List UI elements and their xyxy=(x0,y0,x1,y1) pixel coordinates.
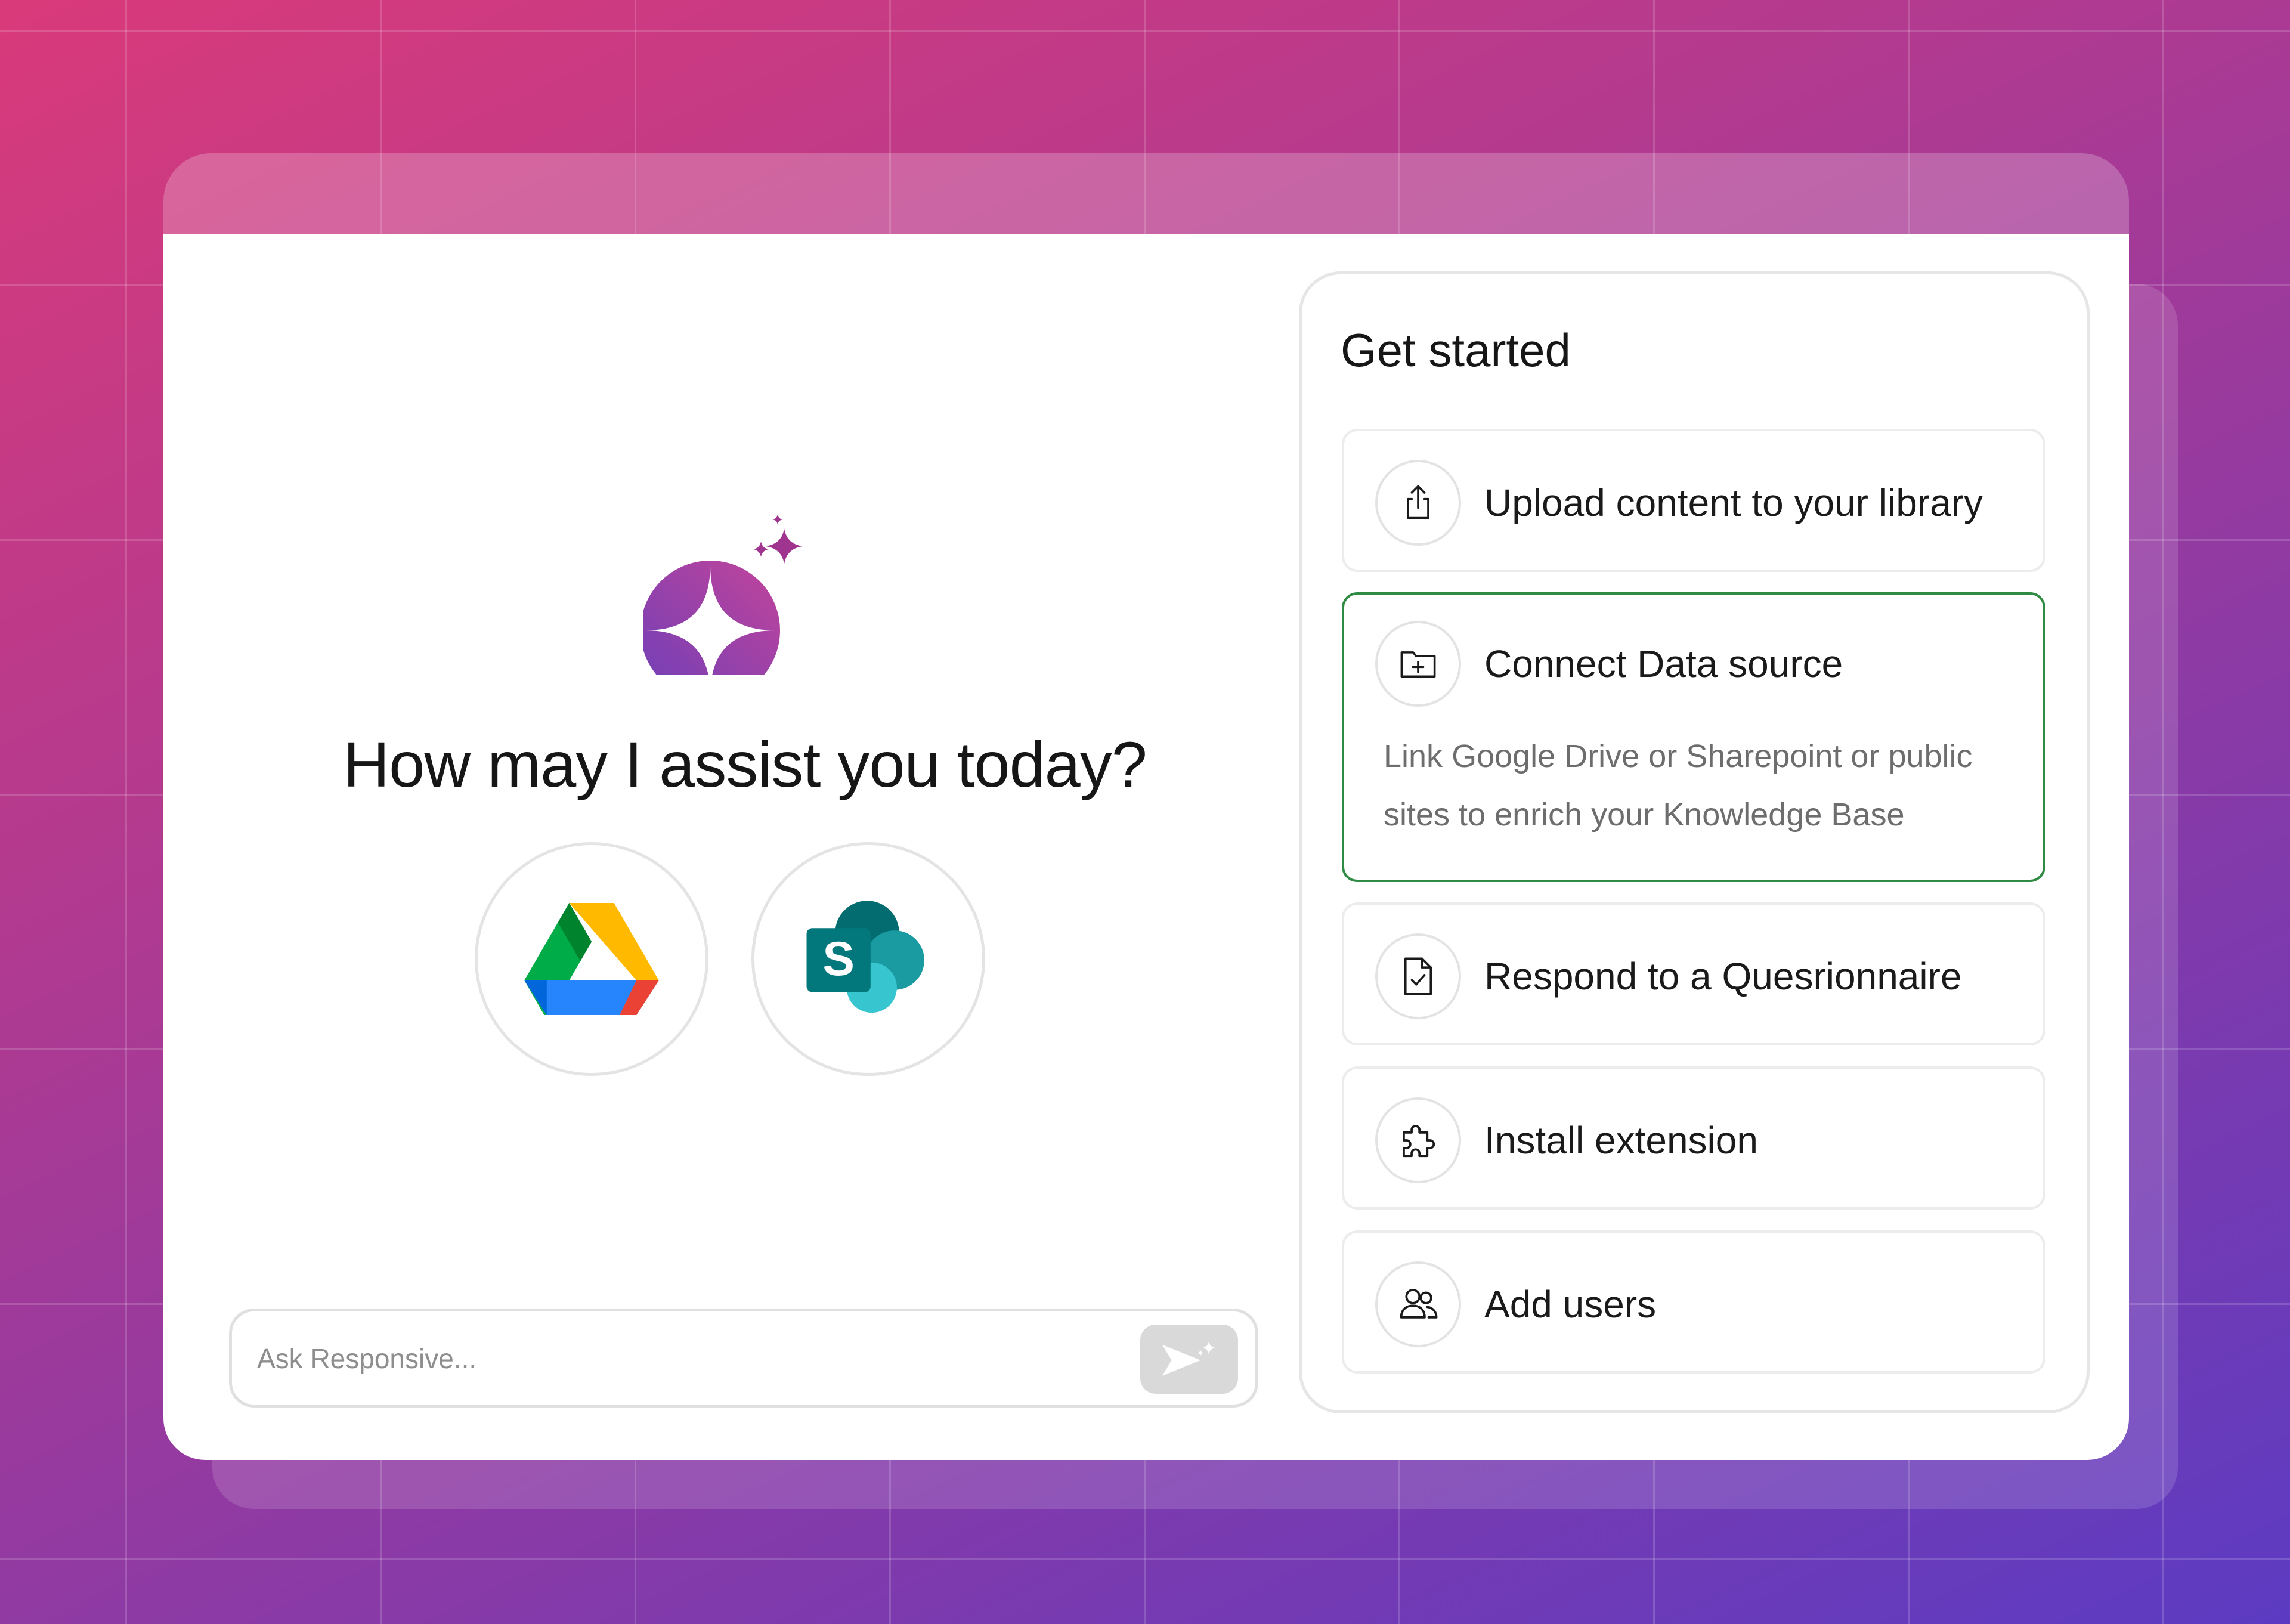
chat-input[interactable] xyxy=(256,1334,1093,1383)
panel-title: Get started xyxy=(1341,324,1571,376)
google-drive-icon xyxy=(524,903,659,1015)
action-connect-data-source[interactable]: Connect Data source Link Google Drive or… xyxy=(1342,592,2045,882)
puzzle-icon-circle xyxy=(1375,1097,1461,1183)
action-add-users[interactable]: Add users xyxy=(1342,1230,2045,1374)
sharepoint-icon: S xyxy=(806,901,924,1013)
action-upload-content[interactable]: Upload content to your library xyxy=(1342,429,2045,572)
action-label: Connect Data source xyxy=(1484,642,1843,685)
action-label: Respond to a Quesrionnaire xyxy=(1484,955,1962,998)
action-label: Upload content to your library xyxy=(1484,481,1983,524)
upload-icon xyxy=(1407,485,1429,519)
document-check-icon-circle xyxy=(1375,933,1461,1019)
send-sparkle-icon xyxy=(1162,1341,1215,1376)
action-label: Add users xyxy=(1484,1283,1657,1326)
action-install-extension[interactable]: Install extension xyxy=(1342,1066,2045,1210)
upload-icon-circle xyxy=(1375,460,1461,546)
google-drive-button[interactable] xyxy=(475,842,708,1076)
folder-plus-icon xyxy=(1400,651,1436,678)
brand-sparkle-logo-icon xyxy=(643,514,803,675)
action-label: Install extension xyxy=(1484,1119,1758,1162)
get-started-panel: Get started Upload content to your libra… xyxy=(1299,271,2090,1413)
send-button[interactable] xyxy=(1140,1325,1238,1394)
puzzle-icon xyxy=(1403,1125,1435,1158)
app-window: How may I assist you today? S Ask Respon… xyxy=(163,234,2129,1460)
sharepoint-button[interactable]: S xyxy=(751,842,985,1076)
action-respond-questionnaire[interactable]: Respond to a Quesrionnaire xyxy=(1342,902,2045,1045)
page-headline: How may I assist you today? xyxy=(343,728,1147,800)
users-icon xyxy=(1400,1289,1438,1319)
folder-plus-icon-circle xyxy=(1375,621,1461,707)
chat-input-box[interactable] xyxy=(229,1309,1258,1408)
users-icon-circle xyxy=(1375,1261,1461,1347)
document-check-icon xyxy=(1404,957,1432,995)
action-description: Link Google Drive or Sharepoint or publi… xyxy=(1384,738,1973,833)
sharepoint-letter: S xyxy=(822,932,855,986)
